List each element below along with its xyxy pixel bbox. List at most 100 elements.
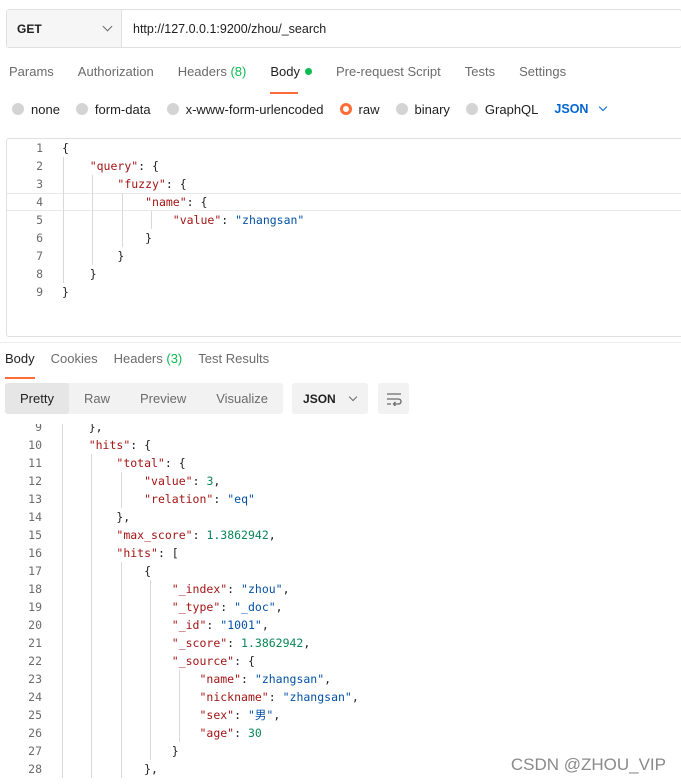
- code-line: "hits": [: [116, 546, 179, 560]
- wrap-lines-icon: [386, 392, 402, 406]
- code-line: "hits": {: [88, 438, 152, 452]
- code-line: "_id": "1001",: [171, 618, 269, 632]
- line-number: 28: [28, 762, 42, 776]
- request-body-editor[interactable]: 1 {2 "query": { 3 "fuzzy": { 4 "name": { 5 "…: [6, 138, 681, 337]
- code-line: "query": {: [89, 159, 159, 173]
- code-line: "name": "zhangsan",: [199, 672, 332, 686]
- line-number: 3: [36, 177, 43, 191]
- code-line: }: [61, 744, 179, 758]
- response-headers-count-badge: (3): [166, 351, 183, 366]
- code-line: }: [62, 267, 97, 281]
- code-line: "_score": 1.3862942,: [171, 636, 311, 650]
- radio-x-www-form-urlencoded[interactable]: x-www-form-urlencoded: [166, 102, 324, 117]
- radio-circle-icon: [166, 103, 179, 115]
- line-number: 9: [35, 424, 42, 434]
- code-line: },: [61, 510, 131, 524]
- code-line: "_index": "zhou",: [171, 582, 290, 596]
- line-number: 15: [28, 528, 42, 542]
- code-line: "nickname": "zhangsan",: [199, 690, 359, 704]
- code-line: "value": "zhangsan": [172, 213, 305, 227]
- line-number: 17: [28, 564, 42, 578]
- view-mode-raw[interactable]: Raw: [69, 383, 125, 414]
- line-number: 6: [36, 231, 43, 245]
- radio-graphql[interactable]: GraphQL: [465, 102, 538, 117]
- line-number: 8: [36, 267, 43, 281]
- code-line: "sex": "男",: [199, 708, 281, 722]
- wrap-lines-button[interactable]: [378, 383, 410, 414]
- line-number: 27: [28, 744, 42, 758]
- view-mode-preview[interactable]: Preview: [125, 383, 201, 414]
- code-line: "_type": "_doc",: [171, 600, 283, 614]
- code-line: }: [62, 285, 69, 299]
- code-line: "total": {: [116, 456, 186, 470]
- method-select[interactable]: GET: [7, 10, 122, 47]
- radio-none[interactable]: none: [12, 102, 60, 117]
- radio-selected-icon: [339, 103, 352, 115]
- response-tab-test-results[interactable]: Test Results: [198, 351, 269, 373]
- tab-params[interactable]: Params: [9, 64, 54, 86]
- radio-circle-icon: [75, 103, 88, 115]
- radio-circle-icon: [465, 103, 478, 115]
- code-line: {: [62, 141, 69, 155]
- code-line: {: [61, 564, 152, 578]
- code-line: "name": {: [145, 195, 208, 209]
- line-number: 5: [36, 213, 43, 227]
- line-number: 20: [28, 618, 42, 632]
- response-toolbar: Pretty Raw Preview Visualize JSON: [5, 383, 410, 414]
- chevron-down-icon: [102, 21, 113, 32]
- panel-divider: [0, 342, 681, 343]
- radio-circle-icon: [12, 103, 24, 115]
- line-number: 9: [36, 285, 43, 299]
- line-number: 25: [28, 708, 42, 722]
- line-number: 13: [28, 492, 42, 506]
- tab-settings[interactable]: Settings: [519, 64, 566, 86]
- line-number: 24: [28, 690, 42, 704]
- code-line: "fuzzy": {: [117, 177, 187, 191]
- tab-authorization[interactable]: Authorization: [78, 64, 154, 86]
- response-tab-headers[interactable]: Headers (3): [114, 351, 183, 373]
- headers-count-badge: (8): [230, 64, 247, 79]
- line-number: 21: [28, 636, 42, 650]
- body-language-select[interactable]: JSON: [554, 102, 608, 116]
- radio-binary[interactable]: binary: [395, 102, 450, 117]
- url-input[interactable]: http://127.0.0.1:9200/zhou/_search: [122, 10, 326, 47]
- code-line: "age": 30: [199, 726, 262, 740]
- code-line: "relation": "eq": [144, 492, 255, 506]
- response-body-viewer[interactable]: 9 }, 10 "hits": {11 "total": {12 "value":…: [0, 424, 681, 784]
- request-url-bar: GET http://127.0.0.1:9200/zhou/_search: [6, 9, 681, 48]
- code-line: "_source": {: [171, 654, 255, 668]
- line-number: 12: [28, 474, 42, 488]
- tab-tests[interactable]: Tests: [465, 64, 495, 86]
- line-number: 1: [36, 141, 43, 155]
- response-tab-body[interactable]: Body: [5, 351, 35, 379]
- line-number: 11: [28, 456, 42, 470]
- watermark: CSDN @ZHOU_VIP: [510, 755, 666, 774]
- code-line: "max_score": 1.3862942,: [116, 528, 276, 542]
- tab-body[interactable]: Body: [270, 64, 312, 94]
- code-line: }: [62, 249, 125, 263]
- method-label: GET: [17, 21, 42, 36]
- chevron-down-icon: [348, 392, 358, 401]
- chevron-down-icon: [599, 102, 608, 112]
- line-number: 14: [28, 510, 42, 524]
- tab-pre-request-script[interactable]: Pre-request Script: [336, 64, 441, 86]
- line-number: 4: [36, 195, 43, 209]
- line-number: 16: [28, 546, 42, 560]
- line-number: 10: [28, 438, 42, 452]
- response-tabs: Body Cookies Headers (3) Test Results: [5, 351, 285, 379]
- line-number: 22: [28, 654, 42, 668]
- line-number: 23: [28, 672, 42, 686]
- view-mode-pretty[interactable]: Pretty: [5, 383, 69, 414]
- response-format-select[interactable]: JSON: [292, 383, 369, 414]
- body-indicator-dot: [304, 68, 312, 75]
- code-line: }: [62, 231, 153, 245]
- line-number: 2: [36, 159, 43, 173]
- tab-headers[interactable]: Headers (8): [178, 64, 247, 86]
- response-tab-cookies[interactable]: Cookies: [51, 351, 98, 373]
- body-mode-options: none form-data x-www-form-urlencoded raw…: [12, 101, 608, 117]
- radio-raw[interactable]: raw: [339, 102, 380, 117]
- radio-circle-icon: [395, 103, 408, 115]
- radio-form-data[interactable]: form-data: [75, 102, 151, 117]
- view-mode-visualize[interactable]: Visualize: [201, 383, 283, 414]
- request-tabs: Params Authorization Headers (8) Body Pr…: [9, 64, 590, 94]
